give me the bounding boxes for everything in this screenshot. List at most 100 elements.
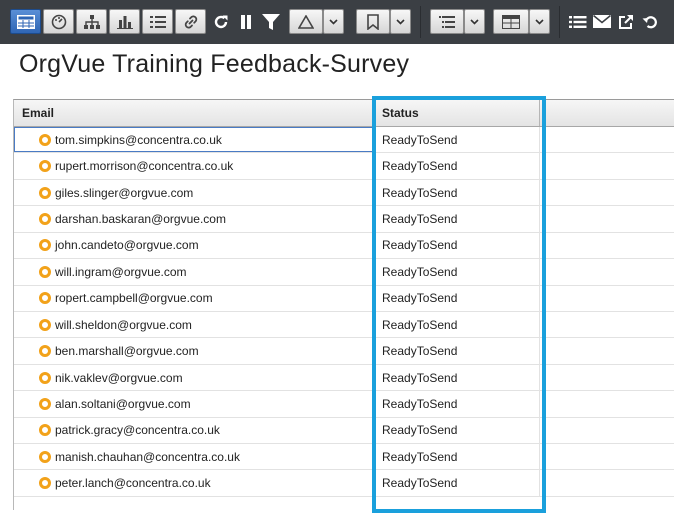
status-circle-icon [39,212,51,225]
status-circle-icon [39,477,51,490]
status-cell[interactable]: ReadyToSend [374,391,540,417]
email-cell[interactable]: will.sheldon@orgvue.com [14,311,374,338]
table-row[interactable]: will.sheldon@orgvue.com ReadyToSend [14,311,674,339]
email-text: alan.soltani@orgvue.com [55,396,191,411]
email-text: tom.simpkins@concentra.co.uk [55,132,222,147]
email-cell[interactable]: darshan.baskaran@orgvue.com [14,206,374,232]
pause-icon[interactable] [237,9,255,34]
email-cell[interactable]: nik.vaklev@orgvue.com [14,364,374,391]
email-text: will.sheldon@orgvue.com [55,317,192,332]
table-row[interactable]: ben.marshall@orgvue.com ReadyToSend [14,338,674,365]
status-circle-icon [39,450,51,463]
status-cell[interactable]: ReadyToSend [374,444,540,470]
toolbar [0,0,674,44]
table-row[interactable]: john.candeto@orgvue.com ReadyToSend [14,232,674,260]
email-text: will.ingram@orgvue.com [55,264,187,279]
table-view-icon[interactable] [10,9,41,34]
status-circle-icon [39,424,51,437]
dashboard-icon[interactable] [43,9,74,34]
indent-list-icon[interactable] [430,9,464,34]
email-cell[interactable]: rupert.morrison@concentra.co.uk [14,153,374,179]
status-cell[interactable]: ReadyToSend [374,153,540,179]
bookmark-icon[interactable] [356,9,390,34]
email-cell[interactable]: ben.marshall@orgvue.com [14,338,374,364]
status-cell[interactable]: ReadyToSend [374,259,540,285]
toolbar-separator [559,6,560,38]
org-chart-icon[interactable] [76,9,107,34]
status-circle-icon [39,397,51,410]
email-cell[interactable]: tom.simpkins@concentra.co.uk [14,127,374,153]
data-grid: Email Status tom.simpkins@concentra.co.u… [13,99,674,510]
status-cell[interactable]: ReadyToSend [374,232,540,259]
table-row[interactable]: darshan.baskaran@orgvue.com ReadyToSend [14,206,674,233]
email-cell[interactable]: ropert.campbell@orgvue.com [14,285,374,311]
toolbar-separator [420,6,421,38]
status-circle-icon [39,160,51,173]
email-text: ben.marshall@orgvue.com [55,344,199,359]
email-text: nik.vaklev@orgvue.com [55,370,183,385]
table-row[interactable]: tom.simpkins@concentra.co.uk ReadyToSend [14,127,674,154]
grid-table-icon[interactable] [493,9,529,34]
refresh-icon[interactable] [211,9,231,34]
email-text: patrick.gracy@concentra.co.uk [55,423,220,438]
table-row[interactable]: ropert.campbell@orgvue.com ReadyToSend [14,285,674,312]
email-cell[interactable]: alan.soltani@orgvue.com [14,391,374,417]
table-row[interactable]: rupert.morrison@concentra.co.uk ReadyToSe… [14,153,674,180]
triangle-icon[interactable] [289,9,323,34]
status-cell[interactable]: ReadyToSend [374,311,540,338]
email-text: manish.chauhan@concentra.co.uk [55,449,240,464]
dropdown-icon[interactable] [529,9,550,34]
email-cell[interactable]: patrick.gracy@concentra.co.uk [14,417,374,444]
mail-icon[interactable] [592,9,612,34]
email-text: rupert.morrison@concentra.co.uk [55,159,234,174]
table-row[interactable]: nik.vaklev@orgvue.com ReadyToSend [14,364,674,392]
dropdown-icon[interactable] [323,9,344,34]
status-circle-icon [39,133,51,146]
email-cell[interactable]: giles.slinger@orgvue.com [14,179,374,206]
column-header-email[interactable]: Email [14,100,374,126]
email-cell[interactable]: peter.lanch@concentra.co.uk [14,470,374,496]
email-cell[interactable]: will.ingram@orgvue.com [14,259,374,285]
status-circle-icon [39,186,51,199]
undo-icon[interactable] [640,9,660,34]
email-text: darshan.baskaran@orgvue.com [55,211,226,226]
table-row[interactable]: giles.slinger@orgvue.com ReadyToSend [14,179,674,207]
status-circle-icon [39,345,51,358]
status-cell[interactable]: ReadyToSend [374,338,540,364]
email-cell[interactable]: manish.chauhan@concentra.co.uk [14,444,374,470]
email-text: john.candeto@orgvue.com [55,238,199,253]
link-icon[interactable] [175,9,206,34]
external-link-icon[interactable] [616,9,636,34]
dropdown-icon[interactable] [390,9,411,34]
table-row[interactable]: peter.lanch@concentra.co.uk ReadyToSend [14,470,674,497]
status-cell[interactable]: ReadyToSend [374,127,540,153]
status-cell[interactable]: ReadyToSend [374,417,540,444]
table-row[interactable]: manish.chauhan@concentra.co.uk ReadyToSen… [14,444,674,471]
status-circle-icon [39,239,51,252]
status-cell[interactable]: ReadyToSend [374,285,540,311]
email-text: ropert.campbell@orgvue.com [55,291,213,306]
table-row[interactable]: patrick.gracy@concentra.co.uk ReadyToSend [14,417,674,445]
status-cell[interactable]: ReadyToSend [374,364,540,391]
table-row[interactable]: will.ingram@orgvue.com ReadyToSend [14,259,674,286]
bar-chart-icon[interactable] [109,9,140,34]
status-circle-icon [39,265,51,278]
page-title: OrgVue Training Feedback-Survey [19,50,410,78]
status-circle-icon [39,292,51,305]
status-circle-icon [39,371,51,384]
status-circle-icon [39,318,51,331]
dropdown-icon[interactable] [464,9,485,34]
email-text: giles.slinger@orgvue.com [55,185,194,200]
column-header-status[interactable]: Status [374,100,540,126]
status-cell[interactable]: ReadyToSend [374,206,540,232]
list-lines-icon[interactable] [568,9,588,34]
email-text: peter.lanch@concentra.co.uk [55,476,211,491]
filter-icon[interactable] [261,9,281,34]
grid-body: tom.simpkins@concentra.co.uk ReadyToSend r… [14,127,674,497]
grid-header: Email Status [14,100,674,127]
list-icon[interactable] [142,9,173,34]
email-cell[interactable]: john.candeto@orgvue.com [14,232,374,259]
status-cell[interactable]: ReadyToSend [374,179,540,206]
status-cell[interactable]: ReadyToSend [374,470,540,496]
table-row[interactable]: alan.soltani@orgvue.com ReadyToSend [14,391,674,418]
